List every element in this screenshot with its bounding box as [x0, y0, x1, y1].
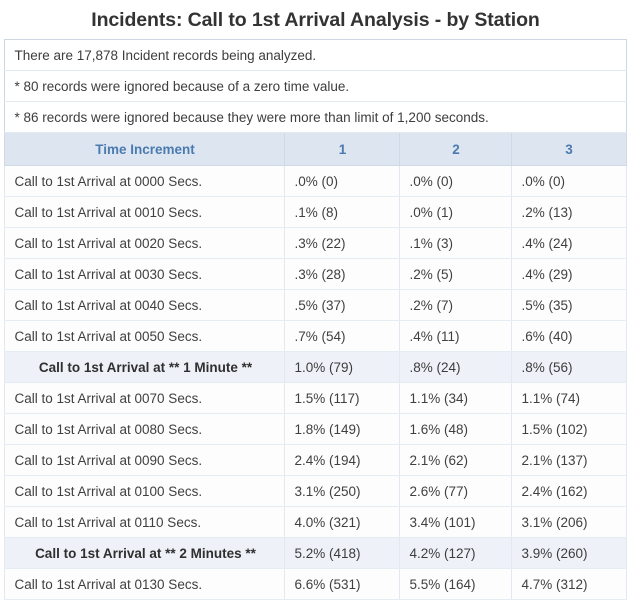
row-label: Call to 1st Arrival at 0040 Secs.	[4, 289, 286, 321]
row-label: Call to 1st Arrival at 0090 Secs.	[4, 444, 286, 476]
cell-value: 2.4% (162)	[511, 475, 627, 507]
row-label: Call to 1st Arrival at 0050 Secs.	[4, 320, 286, 352]
table-row: Call to 1st Arrival at 0100 Secs. 3.1% (2…	[4, 475, 627, 507]
column-header-station-1[interactable]: 1	[284, 132, 401, 166]
page-title: Incidents: Call to 1st Arrival Analysis …	[91, 9, 540, 31]
cell-value: 2.6% (77)	[399, 475, 513, 507]
cell-value: 3.9% (260)	[511, 537, 627, 569]
cell-value: 1.5% (117)	[284, 382, 401, 414]
row-label: Call to 1st Arrival at 0020 Secs.	[4, 227, 286, 259]
table-row: Call to 1st Arrival at 0130 Secs. 6.6% (5…	[4, 568, 627, 600]
table-row: Call to 1st Arrival at 0020 Secs. .3% (22…	[4, 227, 627, 259]
table-row: Call to 1st Arrival at 0090 Secs. 2.4% (1…	[4, 444, 627, 476]
cell-value: 1.1% (74)	[511, 382, 627, 414]
cell-value: .1% (3)	[399, 227, 513, 259]
cell-value: 6.6% (531)	[284, 568, 401, 600]
cell-value: 4.7% (312)	[511, 568, 627, 600]
row-label: Call to 1st Arrival at 0100 Secs.	[4, 475, 286, 507]
cell-value: .5% (37)	[284, 289, 401, 321]
row-label: Call to 1st Arrival at ** 2 Minutes **	[4, 537, 286, 569]
cell-value: .3% (22)	[284, 227, 401, 259]
cell-value: 1.5% (102)	[511, 413, 627, 445]
cell-value: .8% (56)	[511, 351, 627, 383]
info-text: There are 17,878 Incident records being …	[4, 39, 627, 71]
info-row: There are 17,878 Incident records being …	[4, 39, 627, 71]
table-row: Call to 1st Arrival at 0040 Secs. .5% (37…	[4, 289, 627, 321]
table-row: Call to 1st Arrival at 0070 Secs. 1.5% (1…	[4, 382, 627, 414]
cell-value: .0% (0)	[284, 165, 401, 197]
incident-analysis-table: There are 17,878 Incident records being …	[4, 39, 627, 600]
cell-value: .2% (13)	[511, 196, 627, 228]
row-label: Call to 1st Arrival at 0110 Secs.	[4, 506, 286, 538]
table-row: Call to 1st Arrival at 0080 Secs. 1.8% (1…	[4, 413, 627, 445]
table-header-row: Time Increment 1 2 3	[4, 132, 627, 166]
cell-value: 5.2% (418)	[284, 537, 401, 569]
row-label: Call to 1st Arrival at 0080 Secs.	[4, 413, 286, 445]
info-text: * 86 records were ignored because they w…	[4, 101, 627, 133]
row-label: Call to 1st Arrival at 0030 Secs.	[4, 258, 286, 290]
table-row: Call to 1st Arrival at 0030 Secs. .3% (28…	[4, 258, 627, 290]
table-row: Call to 1st Arrival at 0050 Secs. .7% (54…	[4, 320, 627, 352]
cell-value: 4.2% (127)	[399, 537, 513, 569]
report-page: Incidents: Call to 1st Arrival Analysis …	[0, 0, 631, 603]
cell-value: .2% (7)	[399, 289, 513, 321]
cell-value: .4% (11)	[399, 320, 513, 352]
cell-value: 2.1% (62)	[399, 444, 513, 476]
cell-value: 3.4% (101)	[399, 506, 513, 538]
cell-value: 1.1% (34)	[399, 382, 513, 414]
cell-value: 2.1% (137)	[511, 444, 627, 476]
cell-value: .7% (54)	[284, 320, 401, 352]
cell-value: 1.8% (149)	[284, 413, 401, 445]
column-header-time-increment[interactable]: Time Increment	[4, 132, 286, 166]
cell-value: .0% (0)	[399, 165, 513, 197]
cell-value: .4% (24)	[511, 227, 627, 259]
cell-value: 3.1% (206)	[511, 506, 627, 538]
info-row: * 86 records were ignored because they w…	[4, 101, 627, 133]
column-header-station-3[interactable]: 3	[511, 132, 627, 166]
cell-value: .6% (40)	[511, 320, 627, 352]
cell-value: .3% (28)	[284, 258, 401, 290]
row-label: Call to 1st Arrival at 0130 Secs.	[4, 568, 286, 600]
cell-value: .5% (35)	[511, 289, 627, 321]
cell-value: 5.5% (164)	[399, 568, 513, 600]
cell-value: .8% (24)	[399, 351, 513, 383]
cell-value: 2.4% (194)	[284, 444, 401, 476]
cell-value: .1% (8)	[284, 196, 401, 228]
table-row: Call to 1st Arrival at 0010 Secs. .1% (8)…	[4, 196, 627, 228]
cell-value: 1.6% (48)	[399, 413, 513, 445]
cell-value: .0% (1)	[399, 196, 513, 228]
column-header-station-2[interactable]: 2	[399, 132, 513, 166]
cell-value: 1.0% (79)	[284, 351, 401, 383]
cell-value: .4% (29)	[511, 258, 627, 290]
info-row: * 80 records were ignored because of a z…	[4, 70, 627, 102]
row-label: Call to 1st Arrival at ** 1 Minute **	[4, 351, 286, 383]
cell-value: 4.0% (321)	[284, 506, 401, 538]
table-row: Call to 1st Arrival at 0110 Secs. 4.0% (3…	[4, 506, 627, 538]
table-row: Call to 1st Arrival at 0000 Secs. .0% (0)…	[4, 165, 627, 197]
cell-value: .0% (0)	[511, 165, 627, 197]
table-row-milestone: Call to 1st Arrival at ** 1 Minute ** 1.0…	[4, 351, 627, 383]
row-label: Call to 1st Arrival at 0000 Secs.	[4, 165, 286, 197]
cell-value: .2% (5)	[399, 258, 513, 290]
row-label: Call to 1st Arrival at 0010 Secs.	[4, 196, 286, 228]
row-label: Call to 1st Arrival at 0070 Secs.	[4, 382, 286, 414]
info-text: * 80 records were ignored because of a z…	[4, 70, 627, 102]
table-row-milestone: Call to 1st Arrival at ** 2 Minutes ** 5.…	[4, 537, 627, 569]
cell-value: 3.1% (250)	[284, 475, 401, 507]
